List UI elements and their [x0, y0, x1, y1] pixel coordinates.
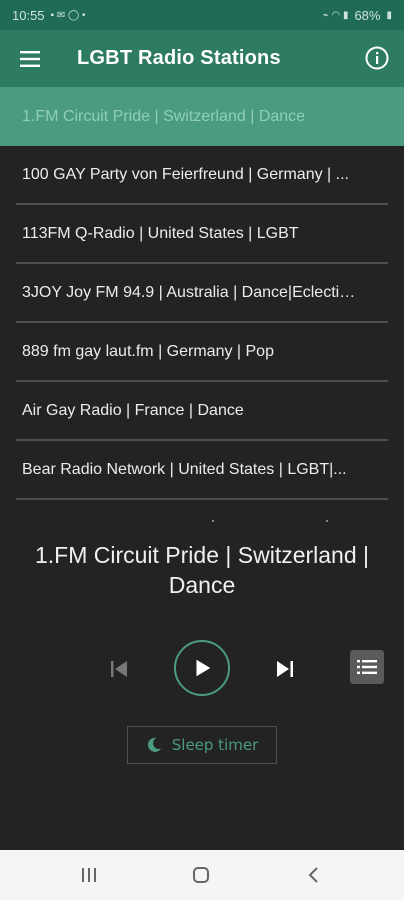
station-item[interactable]: 889 fm gay laut.fm | Germany | Pop — [16, 323, 388, 382]
battery-level: 68% — [354, 7, 381, 23]
home-icon[interactable] — [192, 866, 210, 884]
station-label: 100 GAY Party von Feierfreund | Germany … — [22, 165, 349, 183]
loading-indicator — [0, 520, 404, 524]
playlist-button[interactable] — [350, 650, 384, 684]
station-label: 113FM Q-Radio | United States | LGBT — [22, 224, 299, 242]
station-label: 1.FM Circuit Pride | Switzerland | Dance — [22, 107, 306, 125]
app-bar: LGBT Radio Stations — [0, 30, 404, 87]
station-label: Bear Radio Network | United States | LGB… — [22, 460, 347, 478]
battery-icon: ▮ — [386, 9, 392, 21]
play-icon — [196, 659, 211, 677]
now-playing-title: 1.FM Circuit Pride | Switzerland | Dance — [34, 542, 370, 598]
notification-icons: ▪ ✉ ◯ • — [50, 9, 86, 21]
player-panel: 1.FM Circuit Pride | Switzerland | Dance — [0, 500, 404, 780]
playlist-icon — [357, 660, 377, 674]
hamburger-icon[interactable] — [0, 30, 60, 87]
back-icon[interactable] — [306, 866, 322, 884]
skip-previous-icon[interactable] — [108, 658, 130, 680]
station-label: Air Gay Radio | France | Dance — [22, 401, 244, 419]
station-item-active[interactable]: 1.FM Circuit Pride | Switzerland | Dance — [0, 87, 404, 146]
sleep-timer-button[interactable]: Sleep timer — [127, 726, 277, 764]
status-time: 10:55 — [12, 7, 45, 23]
station-item[interactable]: 113FM Q-Radio | United States | LGBT — [16, 205, 388, 264]
station-label: 3JOY Joy FM 94.9 | Australia | Dance|Ecl… — [22, 283, 360, 301]
station-list: 1.FM Circuit Pride | Switzerland | Dance… — [0, 87, 404, 500]
info-icon[interactable] — [364, 45, 390, 71]
moon-icon — [147, 737, 161, 752]
app-title: LGBT Radio Stations — [77, 47, 281, 69]
skip-next-icon[interactable] — [274, 658, 296, 680]
signal-icons: ⌁ ◠ ▮ — [322, 9, 349, 21]
sleep-timer-label: Sleep timer — [171, 736, 259, 754]
play-button[interactable] — [174, 640, 230, 696]
station-item[interactable]: 3JOY Joy FM 94.9 | Australia | Dance|Ecl… — [16, 264, 388, 323]
station-item[interactable]: Air Gay Radio | France | Dance — [16, 382, 388, 441]
station-item[interactable]: Bear Radio Network | United States | LGB… — [16, 441, 388, 500]
bottom-area — [0, 780, 404, 850]
station-label: 889 fm gay laut.fm | Germany | Pop — [22, 342, 274, 360]
playback-controls — [0, 640, 404, 696]
app-screen: 10:55 ▪ ✉ ◯ • ⌁ ◠ ▮ 68% ▮ LGBT Radio Sta… — [0, 0, 404, 900]
status-bar: 10:55 ▪ ✉ ◯ • ⌁ ◠ ▮ 68% ▮ — [0, 0, 404, 30]
system-nav-bar — [0, 850, 404, 900]
recents-icon[interactable] — [80, 867, 98, 883]
station-item[interactable]: 100 GAY Party von Feierfreund | Germany … — [16, 146, 388, 205]
